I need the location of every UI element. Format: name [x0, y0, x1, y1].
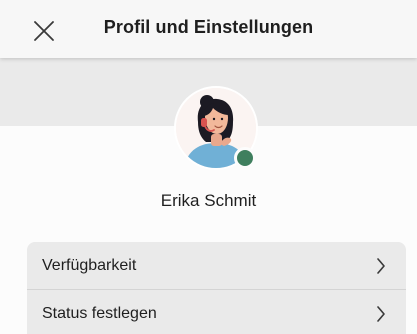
profile-settings-panel: Profil und Einstellungen Erika Schmit Ve… — [0, 0, 417, 334]
page-title: Profil und Einstellungen — [103, 17, 314, 37]
panel-header: Profil und Einstellungen — [0, 0, 417, 58]
menu-item-availability[interactable]: Verfügbarkeit — [27, 242, 406, 289]
presence-status-indicator — [234, 147, 256, 169]
menu-item-label: Verfügbarkeit — [42, 257, 137, 274]
menu-item-label: Status festlegen — [42, 305, 157, 322]
menu-item-set-status[interactable]: Status festlegen — [27, 289, 406, 334]
user-name: Erika Schmit — [160, 191, 257, 210]
chevron-right-icon — [377, 258, 385, 274]
settings-menu: Verfügbarkeit Status festlegen — [27, 242, 406, 334]
chevron-right-icon — [377, 306, 385, 322]
